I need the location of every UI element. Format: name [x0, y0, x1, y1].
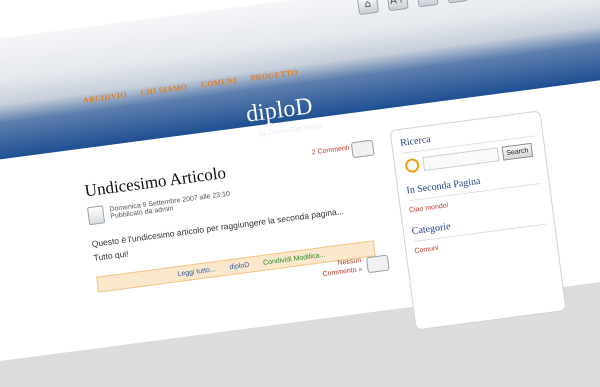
comment-bubble-icon[interactable] — [350, 139, 375, 159]
sidebar: Ricerca Search In Seconda Pagina Ciao mo… — [389, 110, 567, 331]
search-button[interactable]: Search — [501, 142, 534, 161]
next-comment-bubble-icon[interactable] — [365, 254, 390, 274]
home-icon[interactable]: ⌂ — [356, 0, 380, 16]
sidebar-search-row: Search — [404, 142, 537, 174]
main-content: Undicesimo Articolo 2 Commenti » Domenic… — [83, 137, 390, 293]
post-by-link[interactable]: diploD — [229, 261, 250, 271]
search-input[interactable] — [422, 147, 500, 172]
web-page: ⌂ A+ A- ↻ ) ARCHIVIO CHI SIAMO COMUNI PR… — [0, 0, 600, 363]
read-more-link[interactable]: Leggi tutto... — [177, 266, 216, 278]
calendar-icon — [86, 205, 106, 226]
search-icon — [404, 157, 421, 174]
screenshot-scene: ⌂ A+ A- ↻ ) ARCHIVIO CHI SIAMO COMUNI PR… — [0, 0, 600, 363]
sidebar-inner: Ricerca Search In Seconda Pagina Ciao mo… — [391, 112, 556, 257]
